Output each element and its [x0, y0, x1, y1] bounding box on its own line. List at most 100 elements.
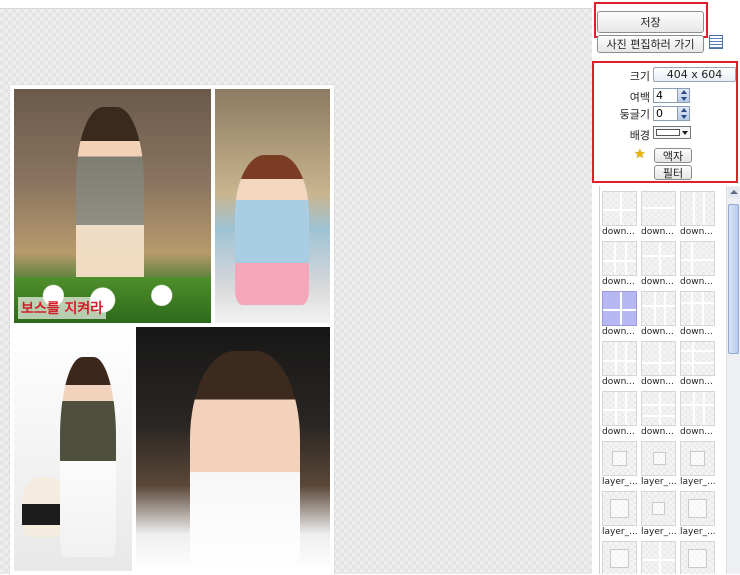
layout-thumbnail[interactable] — [680, 541, 715, 574]
layout-option[interactable]: layer_... — [680, 491, 716, 541]
layout-thumbnail[interactable] — [641, 241, 676, 276]
layout-label: layer_... — [680, 477, 716, 487]
layout-option[interactable]: down... — [602, 391, 638, 441]
rounding-stepper[interactable] — [653, 106, 690, 121]
scroll-thumb[interactable] — [728, 204, 739, 354]
layout-option[interactable]: down... — [680, 291, 716, 341]
layout-option[interactable] — [641, 541, 677, 574]
collage-preview[interactable]: 보스를 지켜라 — [10, 85, 334, 575]
layout-thumbnail[interactable] — [680, 441, 715, 476]
rounding-input[interactable] — [654, 107, 676, 120]
layout-label: down... — [641, 227, 674, 237]
layout-option[interactable]: layer_... — [641, 491, 677, 541]
layout-thumbnail[interactable] — [641, 391, 676, 426]
layout-thumbnail[interactable] — [680, 241, 715, 276]
layout-label: down... — [641, 377, 674, 387]
layout-label: down... — [641, 427, 674, 437]
layout-thumbnail[interactable] — [680, 291, 715, 326]
list-menu-icon[interactable] — [709, 35, 723, 49]
layout-option[interactable]: down... — [680, 341, 716, 391]
layout-label: down... — [602, 377, 635, 387]
collage-photo-1[interactable]: 보스를 지켜라 — [14, 89, 211, 323]
layout-option[interactable]: down... — [680, 191, 716, 241]
margin-stepper[interactable] — [653, 88, 690, 103]
layout-divider — [658, 392, 661, 425]
layout-thumbnail[interactable] — [680, 191, 715, 226]
edit-photo-button[interactable]: 사진 편집하러 가기 — [597, 35, 704, 53]
layout-option[interactable] — [602, 541, 638, 574]
layout-thumbnail[interactable] — [680, 491, 715, 526]
layout-option[interactable]: down... — [602, 341, 638, 391]
layout-option[interactable]: down... — [602, 241, 638, 291]
layout-option[interactable]: layer_... — [680, 441, 716, 491]
layout-thumbnail[interactable] — [641, 341, 676, 376]
filter-button[interactable]: 필터 — [654, 165, 692, 180]
layout-label: layer_... — [602, 477, 638, 487]
layout-thumbnail[interactable] — [602, 541, 637, 574]
layout-label: down... — [602, 427, 635, 437]
collage-canvas-area: 보스를 지켜라 — [0, 8, 592, 575]
layout-label: layer_... — [680, 527, 716, 537]
layout-thumbnail[interactable] — [641, 441, 676, 476]
layout-option[interactable]: layer_... — [602, 441, 638, 491]
size-value-field[interactable]: 404 x 604 — [653, 67, 736, 82]
spin-arrows-icon[interactable] — [677, 89, 689, 102]
layout-divider — [702, 292, 705, 325]
layout-divider — [687, 548, 708, 569]
layout-divider — [690, 292, 693, 325]
collage-photo-4[interactable] — [136, 327, 330, 571]
layout-label: layer_... — [641, 477, 677, 487]
layout-option[interactable]: down... — [602, 191, 638, 241]
layout-divider — [687, 498, 708, 519]
layout-divider — [609, 498, 630, 519]
layout-thumbnail[interactable] — [602, 441, 637, 476]
collage-photo-2[interactable] — [215, 89, 330, 323]
layout-thumbnail[interactable] — [680, 341, 715, 376]
chevron-down-icon[interactable] — [682, 131, 688, 135]
layout-option[interactable]: down... — [680, 391, 716, 441]
save-highlight-box — [594, 2, 708, 38]
layout-label: down... — [641, 327, 674, 337]
photo-subject — [76, 107, 144, 297]
layout-option[interactable]: down... — [641, 191, 677, 241]
layout-option[interactable]: down... — [680, 241, 716, 291]
layout-thumbnail[interactable] — [641, 491, 676, 526]
layout-thumbnail[interactable] — [602, 491, 637, 526]
layout-divider — [681, 301, 714, 304]
scroll-up-icon[interactable] — [728, 187, 739, 198]
layout-thumbnail[interactable] — [602, 341, 637, 376]
layout-scrollbar[interactable] — [726, 186, 740, 574]
layout-divider — [658, 342, 661, 375]
layout-option[interactable]: down... — [641, 341, 677, 391]
layout-thumbnail[interactable] — [602, 191, 637, 226]
layout-thumbnail[interactable] — [641, 541, 676, 574]
frame-button[interactable]: 액자 — [654, 148, 692, 163]
layout-option[interactable] — [680, 541, 716, 574]
layout-thumbnail[interactable] — [641, 291, 676, 326]
layout-option[interactable]: layer_... — [602, 491, 638, 541]
layout-label: layer_... — [602, 527, 638, 537]
layout-thumbnail[interactable] — [602, 241, 637, 276]
layout-option[interactable]: layer_... — [641, 441, 677, 491]
spin-arrows-icon[interactable] — [677, 107, 689, 120]
layout-option[interactable]: down... — [641, 391, 677, 441]
layout-thumbnail[interactable] — [680, 391, 715, 426]
margin-label: 여백 — [629, 91, 650, 104]
background-color-picker[interactable] — [653, 126, 691, 139]
layout-divider — [642, 305, 675, 308]
layout-thumbnail[interactable] — [641, 191, 676, 226]
layout-thumbnail[interactable] — [602, 291, 637, 326]
collage-photo-3[interactable] — [14, 327, 132, 571]
layout-option[interactable]: down... — [641, 291, 677, 341]
layout-label: down... — [680, 427, 713, 437]
layout-divider — [703, 392, 706, 425]
photo-subject — [60, 357, 116, 557]
layout-divider — [681, 403, 714, 406]
margin-input[interactable] — [654, 89, 676, 102]
layout-option[interactable]: down... — [641, 241, 677, 291]
rounding-label: 둥글기 — [619, 108, 650, 121]
layout-divider — [624, 242, 627, 275]
layout-thumbnail[interactable] — [602, 391, 637, 426]
layout-divider — [609, 548, 630, 569]
layout-option[interactable]: down... — [602, 291, 638, 341]
